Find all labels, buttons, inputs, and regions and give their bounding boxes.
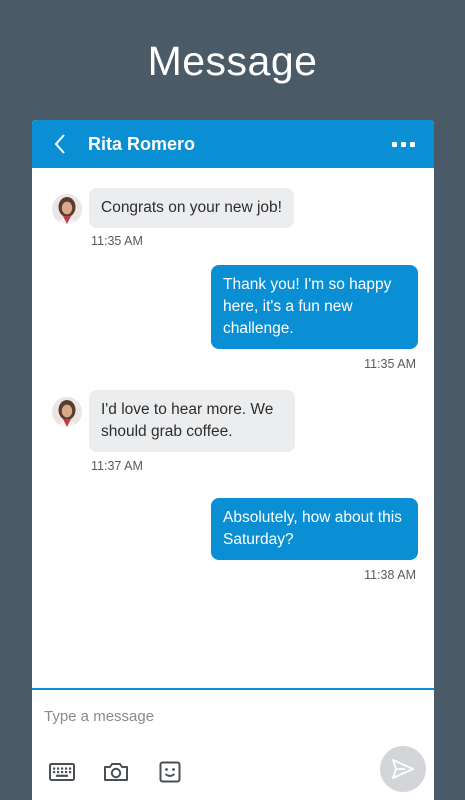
message-bubble-outgoing: Thank you! I'm so happy here, it's a fun… (211, 265, 418, 349)
chevron-left-icon (54, 134, 65, 154)
message-timestamp: 11:35 AM (91, 234, 143, 248)
chat-header: Rita Romero (32, 120, 434, 168)
message-bubble-incoming: Congrats on your new job! (89, 188, 294, 228)
contact-name[interactable]: Rita Romero (88, 134, 195, 155)
more-dot-icon (391, 141, 397, 147)
send-button[interactable] (380, 746, 426, 792)
keyboard-icon (49, 763, 75, 781)
message-timestamp: 11:38 AM (364, 568, 416, 582)
chat-window: Rita Romero Congrats on your new job! 11… (32, 120, 434, 800)
avatar-image (52, 194, 82, 224)
contact-avatar[interactable] (52, 397, 82, 427)
back-button[interactable] (48, 132, 72, 156)
contact-avatar[interactable] (52, 194, 82, 224)
message-bubble-outgoing: Absolutely, how about this Saturday? (211, 498, 418, 560)
composer-divider (32, 688, 434, 690)
emoji-button[interactable] (156, 758, 184, 786)
message-timestamp: 11:35 AM (364, 357, 416, 371)
send-icon (392, 759, 414, 779)
page-title: Message (147, 38, 318, 84)
camera-button[interactable] (102, 758, 130, 786)
emoji-icon (159, 761, 181, 783)
more-options-button[interactable] (388, 132, 418, 156)
keyboard-button[interactable] (48, 758, 76, 786)
more-dot-icon (409, 141, 415, 147)
avatar-image (52, 397, 82, 427)
camera-icon (104, 763, 128, 781)
more-dot-icon (400, 141, 406, 147)
message-timestamp: 11:37 AM (91, 459, 143, 473)
message-bubble-incoming: I'd love to hear more. We should grab co… (89, 390, 295, 452)
message-input[interactable] (44, 702, 384, 730)
